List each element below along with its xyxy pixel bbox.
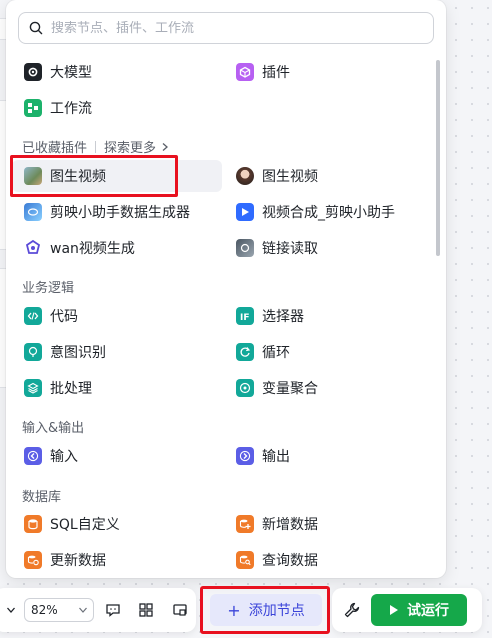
node-item-batch[interactable]: 批处理: [12, 372, 222, 404]
highlight-box: [10, 155, 178, 197]
node-item-db-query[interactable]: 查询数据: [224, 544, 434, 576]
layout-grid-icon[interactable]: [137, 601, 155, 619]
svg-text:IF: IF: [240, 313, 250, 322]
node-item-intent[interactable]: 意图识别: [12, 336, 222, 368]
play-icon: [390, 605, 398, 615]
db-add-icon: [236, 515, 254, 533]
test-run-label: 试运行: [407, 603, 449, 619]
node-label: 视频合成_剪映小助手: [262, 205, 395, 221]
plugin-item-jianying-data[interactable]: 剪映小助手数据生成器: [12, 196, 222, 228]
workflow-icon: [24, 99, 42, 117]
node-item-llm[interactable]: 大模型: [12, 56, 222, 88]
node-item-output[interactable]: 输出: [224, 440, 434, 472]
node-item-code[interactable]: 代码: [12, 300, 222, 332]
intent-icon: [24, 343, 42, 361]
node-label: 大模型: [50, 65, 92, 81]
node-label: 循环: [262, 345, 290, 361]
plugin-item-link-reader[interactable]: 链接读取: [224, 232, 434, 264]
minimap-icon[interactable]: [171, 601, 189, 619]
code-icon: [24, 307, 42, 325]
model-icon: [24, 63, 42, 81]
node-label: wan视频生成: [50, 241, 135, 257]
variable-aggregate-icon: [236, 379, 254, 397]
divider: [95, 140, 97, 153]
chevron-down-icon: [79, 607, 87, 613]
comment-icon[interactable]: [104, 601, 122, 619]
node-label: 剪映小助手数据生成器: [50, 205, 190, 221]
node-label: 图生视频: [262, 169, 318, 185]
add-node-label: 添加节点: [248, 603, 305, 619]
sql-icon: [24, 515, 42, 533]
node-item-sql[interactable]: SQL自定义: [12, 508, 222, 540]
plugin-item-video-compose[interactable]: 视频合成_剪映小助手: [224, 196, 434, 228]
plugin-cube-icon: [236, 63, 254, 81]
search-icon: [29, 21, 43, 35]
node-item-input[interactable]: 输入: [12, 440, 222, 472]
input-icon: [24, 447, 42, 465]
add-node-popover: 大模型 插件 工作流 已收藏插件 探索更多 图生视频 图生视频 剪映小助手数据生…: [6, 0, 446, 578]
jianying-data-icon: [24, 203, 42, 221]
plus-icon: +: [227, 600, 241, 620]
node-item-db-add[interactable]: 新增数据: [224, 508, 434, 540]
node-label: 代码: [50, 309, 78, 325]
node-item-db-update[interactable]: 更新数据: [12, 544, 222, 576]
node-label: 变量聚合: [262, 381, 318, 397]
node-label: 批处理: [50, 381, 92, 397]
wan-video-icon: [24, 239, 42, 257]
plugin-item-wan-video[interactable]: wan视频生成: [12, 232, 222, 264]
node-item-workflow[interactable]: 工作流: [12, 92, 222, 124]
loop-icon: [236, 343, 254, 361]
node-item-loop[interactable]: 循环: [224, 336, 434, 368]
section-title-io: 输入&输出: [22, 421, 85, 436]
node-label: 输入: [50, 449, 78, 465]
section-title: 已收藏插件: [22, 141, 88, 156]
node-label: 查询数据: [262, 553, 318, 569]
search-input[interactable]: [51, 20, 411, 36]
node-label: 更新数据: [50, 553, 106, 569]
chevron-right-icon: [162, 142, 169, 151]
node-item-plugin[interactable]: 插件: [224, 56, 434, 88]
node-label: 新增数据: [262, 517, 318, 533]
node-label: 输出: [262, 449, 290, 465]
explore-more-label: 探索更多: [104, 141, 157, 156]
node-label: 插件: [262, 65, 290, 81]
image-to-video-portrait-icon: [236, 167, 254, 185]
chevron-down-icon[interactable]: [6, 605, 16, 615]
output-icon: [236, 447, 254, 465]
section-title-database: 数据库: [22, 490, 62, 505]
db-query-icon: [236, 551, 254, 569]
scrollbar[interactable]: [436, 60, 440, 256]
node-label: 选择器: [262, 309, 304, 325]
search-box[interactable]: [18, 12, 434, 44]
node-label: 链接读取: [262, 241, 318, 257]
node-label: 意图识别: [50, 345, 106, 361]
node-item-variable-aggregate[interactable]: 变量聚合: [224, 372, 434, 404]
video-compose-icon: [236, 203, 254, 221]
section-title-logic: 业务逻辑: [22, 281, 75, 296]
zoom-value: 82%: [31, 603, 58, 617]
db-update-icon: [24, 551, 42, 569]
section-favorite-plugins: 已收藏插件 探索更多: [22, 137, 170, 156]
node-label: 工作流: [50, 101, 92, 117]
link-reader-icon: [236, 239, 254, 257]
test-run-button[interactable]: 试运行: [371, 594, 467, 626]
if-selector-icon: IF: [236, 307, 254, 325]
node-label: SQL自定义: [50, 517, 120, 533]
plugin-item-image-to-video-2[interactable]: 图生视频: [224, 160, 434, 192]
add-node-button[interactable]: + 添加节点: [210, 594, 322, 626]
batch-icon: [24, 379, 42, 397]
explore-more-link[interactable]: 探索更多: [104, 137, 170, 156]
wrench-icon[interactable]: [342, 600, 362, 620]
zoom-select[interactable]: 82%: [24, 598, 94, 622]
node-item-selector[interactable]: IF 选择器: [224, 300, 434, 332]
